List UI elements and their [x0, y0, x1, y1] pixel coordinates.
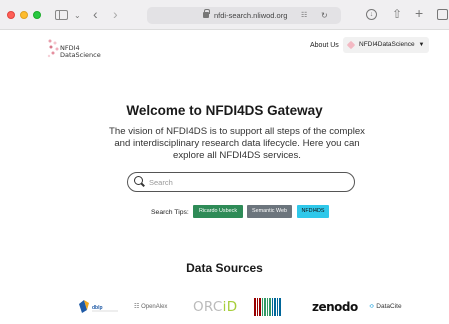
zoom-window-button[interactable]: [33, 11, 41, 19]
logo-text: NFDI4 DataScience: [60, 45, 101, 59]
chevron-down-icon[interactable]: ⌄: [74, 7, 81, 25]
wikidata-barcode-icon: [254, 298, 281, 316]
browser-toolbar: ⌄ ‹ › nfdi-search.nliwod.org ☷ ↻ ↓ ⇧ +: [0, 0, 449, 30]
nav-brand-label: NFDI4DataScience: [359, 41, 415, 48]
datacite-logo[interactable]: ≎ DataCite: [369, 298, 405, 316]
address-bar[interactable]: nfdi-search.nliwod.org ☷ ↻: [147, 7, 341, 24]
forward-arrow-icon[interactable]: ›: [113, 5, 118, 23]
new-tab-icon[interactable]: +: [415, 4, 423, 22]
close-window-button[interactable]: [7, 11, 15, 19]
datacite-logo-text: DataCite: [376, 303, 402, 310]
translate-icon[interactable]: ☷: [301, 7, 307, 24]
search-input[interactable]: [149, 175, 349, 189]
dblp-logo[interactable]: dblp: [78, 298, 120, 316]
sidebar-toggle-icon[interactable]: [55, 10, 68, 20]
tab-overview-icon[interactable]: [437, 9, 448, 20]
dblp-logo-icon: dblp: [79, 300, 118, 313]
site-logo[interactable]: NFDI4 DataScience: [47, 38, 101, 64]
logo-mark-icon: [47, 39, 59, 58]
openalex-mark-icon: ☷: [134, 304, 140, 310]
caret-down-icon: ▼: [418, 42, 425, 48]
dblp-logo-text: dblp: [92, 305, 103, 311]
share-icon[interactable]: ⇧: [392, 5, 402, 23]
lock-icon: [203, 9, 210, 18]
nav-about-us-link[interactable]: About Us: [310, 42, 339, 49]
search-tip-nfdi4ds[interactable]: NFDI4DS: [297, 205, 329, 218]
download-icon[interactable]: ↓: [366, 9, 377, 20]
openalex-logo-text: OpenAlex: [141, 304, 168, 310]
back-arrow-icon[interactable]: ‹: [93, 5, 98, 23]
minimize-window-button[interactable]: [20, 11, 28, 19]
nav-brand-dropdown[interactable]: NFDI4DataScience ▼: [343, 37, 430, 53]
reload-icon[interactable]: ↻: [321, 7, 328, 24]
logo-line-2: DataScience: [60, 51, 101, 59]
zenodo-logo[interactable]: zenodo: [312, 298, 358, 316]
orcid-logo[interactable]: ORCiD: [193, 298, 237, 316]
openalex-logo[interactable]: ☷ OpenAlex: [134, 298, 174, 316]
zenodo-logo-text: zenodo: [312, 300, 358, 314]
search-icon[interactable]: [134, 176, 144, 186]
url-text: nfdi-search.nliwod.org: [214, 11, 288, 20]
page-description: The vision of NFDI4DS is to support all …: [109, 126, 365, 161]
orcid-logo-text-1: ORC: [193, 299, 223, 315]
search-bar[interactable]: [127, 172, 355, 192]
search-tips-label: Search Tips:: [151, 209, 189, 216]
datacite-mark-icon: ≎: [369, 303, 375, 310]
orcid-logo-text-2: iD: [222, 299, 238, 315]
brand-icon: [346, 40, 356, 50]
page-title: Welcome to NFDI4DS Gateway: [126, 103, 323, 118]
wikidata-logo[interactable]: [254, 298, 282, 316]
search-tip-semantic-web[interactable]: Semantic Web: [247, 205, 292, 218]
search-tip-ricardo-usbeck[interactable]: Ricardo Usbeck: [193, 205, 243, 218]
data-sources-title: Data Sources: [186, 261, 263, 275]
